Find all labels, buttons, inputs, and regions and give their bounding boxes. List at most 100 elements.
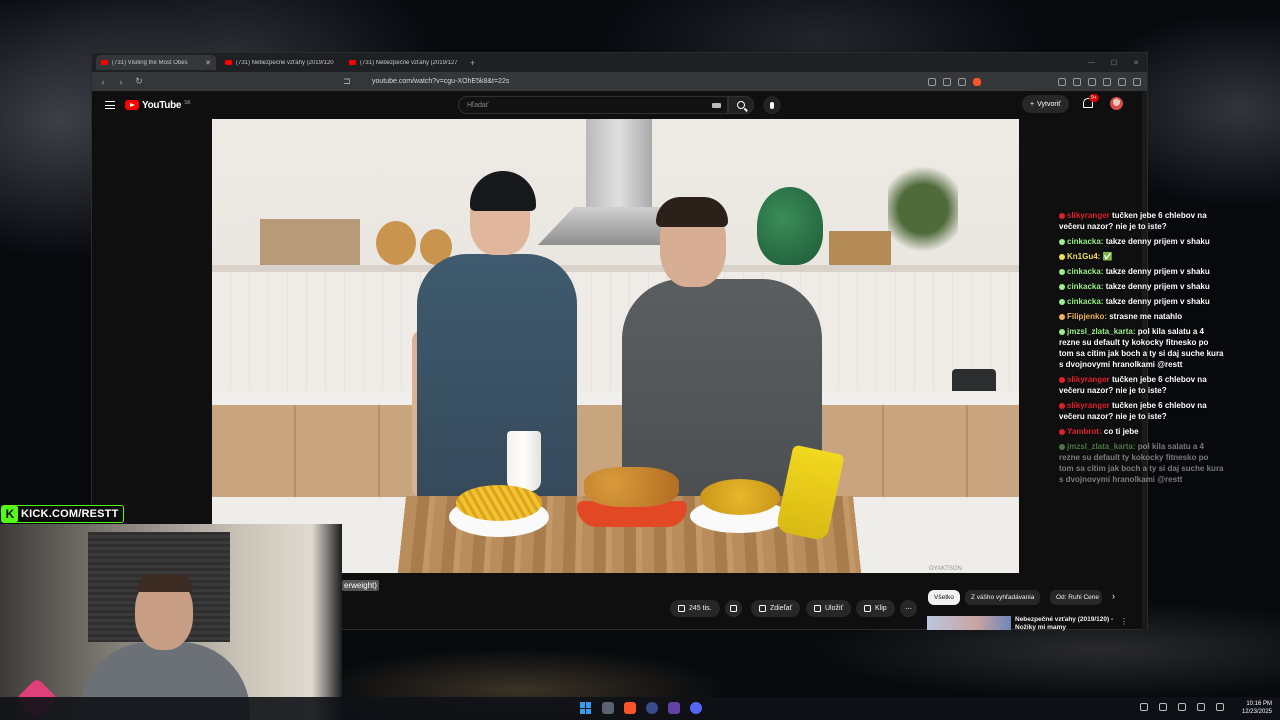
- chat-message: slikyranger tučken jebe 6 chlebov na več…: [1059, 210, 1224, 232]
- twitch-icon[interactable]: [668, 702, 680, 714]
- chat-username[interactable]: Filipjenko:: [1067, 312, 1107, 321]
- playlist-icon[interactable]: [1088, 77, 1096, 86]
- back-icon[interactable]: ‹: [98, 77, 108, 87]
- milkshake-glass: [507, 431, 541, 491]
- tab-title: (731) Visiting the Most Obes: [112, 59, 188, 66]
- title-fragment: erweight): [342, 580, 379, 591]
- battery-icon[interactable]: [1216, 703, 1224, 711]
- chat-username[interactable]: slikyranger: [1067, 375, 1110, 384]
- account-avatar[interactable]: [1110, 97, 1123, 110]
- chat-username[interactable]: slikyranger: [1067, 401, 1110, 410]
- microphone-icon: [770, 101, 774, 109]
- create-button[interactable]: + Vytvoriť: [1022, 95, 1069, 113]
- chat-message: cinkacka: takze denny prijem v shaku: [1059, 266, 1224, 277]
- translate-icon[interactable]: [943, 77, 951, 86]
- search-button[interactable]: [728, 96, 754, 114]
- browser-tab-2[interactable]: (731) Nebezpečné vzťahy (2019/120: [220, 55, 340, 70]
- network-icon[interactable]: [1178, 703, 1186, 711]
- video-player[interactable]: OYAKTSON: [212, 119, 1019, 573]
- like-button[interactable]: 245 tis.: [670, 600, 720, 617]
- chevron-right-icon[interactable]: ›: [1112, 591, 1115, 601]
- share-button[interactable]: Zdieľať: [751, 600, 801, 617]
- kitchen-shelf: [212, 265, 1019, 272]
- extensions-icon[interactable]: [1058, 77, 1066, 86]
- chat-badge-icon: [1059, 443, 1065, 450]
- dislike-button[interactable]: [725, 600, 742, 617]
- save-button[interactable]: Uložiť: [806, 600, 852, 617]
- browser-tab-3[interactable]: (731) Nebezpečné vzťahy (2019/127: [344, 55, 464, 70]
- save-label: Uložiť: [825, 605, 844, 612]
- person-left: [417, 254, 577, 514]
- browser-tab-1[interactable]: (731) Visiting the Most Obes ✕: [96, 55, 216, 70]
- reload-icon[interactable]: ↻: [134, 76, 144, 87]
- chat-username[interactable]: cinkacka:: [1067, 297, 1103, 306]
- taskbar-clock[interactable]: 10:16 PM 12/23/2025: [1242, 700, 1272, 716]
- filter-chip-from-search[interactable]: Z vášho vyhľadávania: [965, 590, 1041, 605]
- clip-button[interactable]: Klip: [856, 600, 895, 617]
- search-input[interactable]: Hľadať: [458, 96, 728, 114]
- share-icon[interactable]: [958, 77, 966, 86]
- scissors-icon: [864, 605, 871, 612]
- chat-username[interactable]: Yambrot:: [1067, 427, 1102, 436]
- chat-text: takze denny prijem v shaku: [1105, 282, 1210, 291]
- close-tab-icon[interactable]: ✕: [205, 59, 211, 67]
- forward-icon[interactable]: ›: [116, 77, 126, 87]
- brave-browser-icon[interactable]: [624, 702, 636, 714]
- recommendation-thumbnail[interactable]: [927, 616, 1011, 630]
- task-view-icon[interactable]: [602, 702, 614, 714]
- youtube-play-icon: [125, 100, 139, 110]
- chat-text: strasne me natahlo: [1109, 312, 1183, 321]
- close-window-icon[interactable]: ✕: [1133, 59, 1139, 67]
- green-vase: [757, 187, 823, 265]
- youtube-logo[interactable]: YouTube SK: [125, 100, 191, 111]
- keyboard-icon[interactable]: [712, 103, 721, 108]
- chat-badge-icon: [1059, 283, 1065, 290]
- sidebar-icon[interactable]: [1073, 77, 1081, 86]
- new-tab-icon[interactable]: +: [470, 58, 475, 68]
- chat-badge-icon: [1059, 253, 1065, 260]
- recommendation-title[interactable]: Nebezpečné vzťahy (2019/120) - Nožíky mi…: [1015, 616, 1115, 632]
- hamburger-menu-icon[interactable]: [105, 101, 115, 109]
- create-label: Vytvoriť: [1037, 100, 1061, 108]
- chat-username[interactable]: Kn1Gu4:: [1067, 252, 1100, 261]
- windows-start-icon[interactable]: [580, 702, 592, 714]
- country-code: SK: [184, 99, 191, 106]
- url-field[interactable]: youtube.com/watch?v=cgu-XOhE5k8&t=22s: [360, 75, 800, 88]
- chat-badge-icon: [1059, 428, 1065, 435]
- filter-chip-channel[interactable]: Od: Ruhi Cene: [1050, 590, 1102, 605]
- stream-chat: slikyranger tučken jebe 6 chlebov na več…: [1059, 210, 1224, 489]
- chat-username[interactable]: jmzsl_zlata_karta:: [1067, 327, 1135, 336]
- chat-username[interactable]: jmzsl_zlata_karta:: [1067, 442, 1135, 451]
- wallet-icon[interactable]: [1103, 77, 1111, 86]
- minimize-icon[interactable]: —: [1088, 59, 1095, 67]
- volume-icon[interactable]: [1197, 703, 1205, 711]
- discord-icon[interactable]: [690, 702, 702, 714]
- more-actions-button[interactable]: ⋯: [900, 600, 917, 617]
- window-controls: — ☐ ✕: [1088, 59, 1147, 67]
- chat-username[interactable]: cinkacka:: [1067, 267, 1103, 276]
- chat-username[interactable]: slikyranger: [1067, 211, 1110, 220]
- kick-logo-icon: K: [2, 506, 18, 522]
- recommendation-more-icon[interactable]: ⋮: [1120, 617, 1128, 626]
- chat-username[interactable]: cinkacka:: [1067, 282, 1103, 291]
- youtube-favicon-icon: [101, 60, 108, 65]
- filter-chip-all[interactable]: Všetko: [928, 590, 960, 605]
- maximize-icon[interactable]: ☐: [1111, 59, 1117, 67]
- brave-shield-icon[interactable]: [973, 77, 981, 86]
- desktop: (731) Visiting the Most Obes ✕ (731) Neb…: [0, 0, 1280, 720]
- back-counter: [212, 391, 1019, 405]
- voice-search-button[interactable]: [763, 96, 781, 114]
- tray-chevron-icon[interactable]: [1140, 703, 1148, 711]
- chat-text: takze denny prijem v shaku: [1105, 267, 1210, 276]
- clip-label: Klip: [875, 605, 887, 612]
- kick-url: KICK.COM/RESTT: [21, 508, 119, 520]
- menu-icon[interactable]: [1133, 77, 1141, 86]
- webcam-fade: [312, 524, 342, 720]
- chat-username[interactable]: cinkacka:: [1067, 237, 1103, 246]
- bookmark-icon[interactable]: ⊐: [342, 76, 352, 87]
- reader-icon[interactable]: [928, 77, 936, 86]
- windows-taskbar: 10:16 PM 12/23/2025: [0, 697, 1280, 720]
- obs-icon[interactable]: [646, 702, 658, 714]
- microphone-tray-icon[interactable]: [1159, 703, 1167, 711]
- vpn-icon[interactable]: [1118, 77, 1126, 86]
